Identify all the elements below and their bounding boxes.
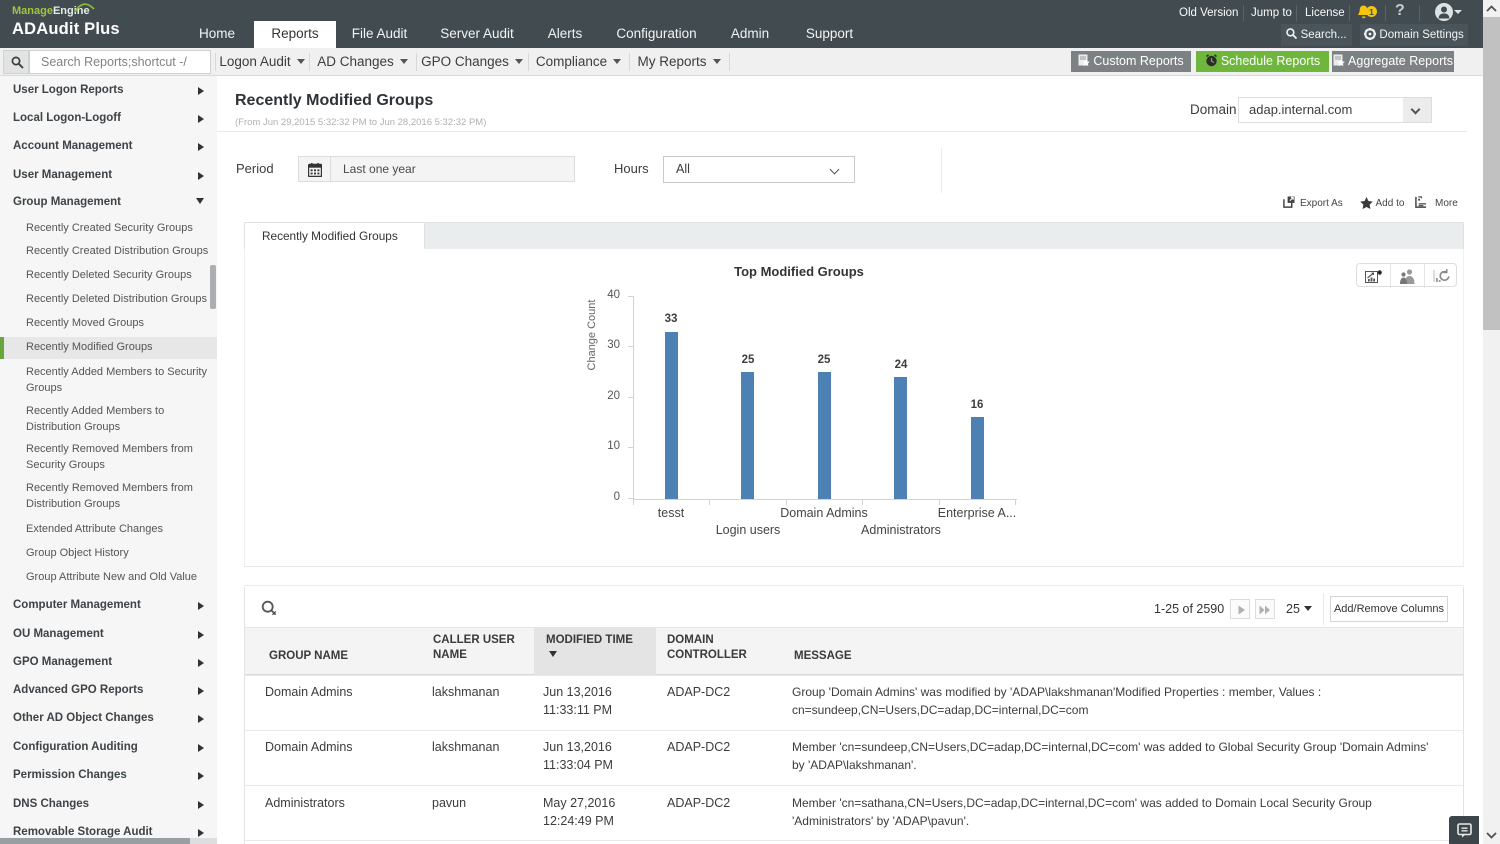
svg-text:1: 1 <box>1369 7 1374 17</box>
